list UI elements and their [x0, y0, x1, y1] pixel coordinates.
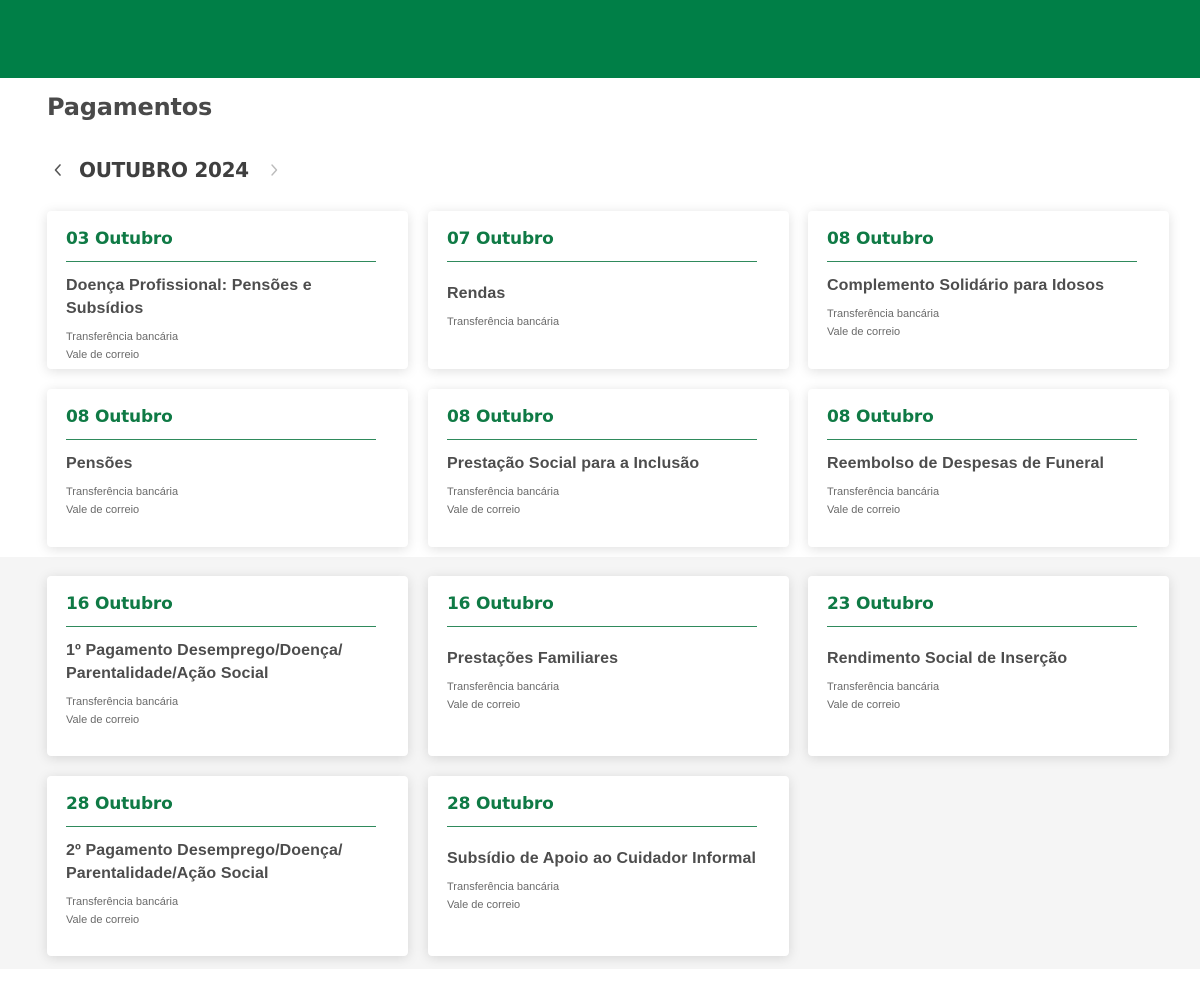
- payment-card[interactable]: 03 Outubro Doença Profissional: Pensões …: [47, 211, 408, 369]
- payment-title: 2º Pagamento Desemprego/Doença/ Parental…: [66, 842, 343, 882]
- header-bar: [0, 0, 1200, 78]
- chevron-left-icon: [54, 164, 61, 176]
- divider: [827, 439, 1137, 440]
- payment-date: 08 Outubro: [827, 407, 934, 427]
- divider: [827, 261, 1137, 262]
- payment-card[interactable]: 08 Outubro Reembolso de Despesas de Fune…: [808, 389, 1169, 547]
- divider: [827, 626, 1137, 627]
- payment-title: Complemento Solidário para Idosos: [827, 277, 1105, 294]
- payment-card[interactable]: 28 Outubro 2º Pagamento Desemprego/Doenç…: [47, 776, 408, 956]
- payment-method: Transferência bancária: [447, 316, 560, 328]
- payment-title: Prestações Familiares: [447, 650, 619, 667]
- payment-date: 08 Outubro: [447, 407, 554, 427]
- payment-methods: Transferência bancária Vale de correio: [827, 679, 1149, 714]
- payment-method: Vale de correio: [66, 913, 140, 926]
- payment-date: 16 Outubro: [447, 594, 554, 614]
- divider: [66, 626, 376, 627]
- payment-title: Pensões: [66, 455, 133, 472]
- payment-card[interactable]: 23 Outubro Rendimento Social de Inserção…: [808, 576, 1169, 756]
- payment-methods: Transferência bancária Vale de correio: [66, 484, 388, 519]
- payment-date: 03 Outubro: [66, 229, 173, 249]
- payment-title: Rendas: [447, 285, 506, 302]
- previous-month-button[interactable]: [47, 155, 69, 185]
- payment-card[interactable]: 16 Outubro 1º Pagamento Desemprego/Doenç…: [47, 576, 408, 756]
- payment-date: 23 Outubro: [827, 594, 934, 614]
- page-title: Pagamentos: [47, 93, 213, 121]
- divider: [66, 826, 376, 827]
- payment-card[interactable]: 08 Outubro Prestação Social para a Inclu…: [428, 389, 789, 547]
- month-label: OUTUBRO 2024: [79, 158, 249, 182]
- payment-title: Rendimento Social de Inserção: [827, 650, 1068, 667]
- payment-methods: Transferência bancária Vale de correio: [447, 879, 769, 914]
- divider: [66, 261, 376, 262]
- payment-method: Transferência bancária: [447, 881, 560, 893]
- divider: [66, 439, 376, 440]
- month-navigation: OUTUBRO 2024: [47, 155, 285, 185]
- payment-method: Transferência bancária: [66, 331, 179, 343]
- payment-method: Transferência bancária: [447, 486, 560, 498]
- payment-date: 28 Outubro: [447, 794, 554, 814]
- payment-title: Reembolso de Despesas de Funeral: [827, 455, 1105, 472]
- payment-method: Transferência bancária: [66, 896, 179, 908]
- payment-card[interactable]: 07 Outubro Rendas Transferência bancária: [428, 211, 789, 369]
- payment-card[interactable]: 28 Outubro Subsídio de Apoio ao Cuidador…: [428, 776, 789, 956]
- payment-method: Transferência bancária: [827, 681, 940, 693]
- payment-methods: Transferência bancária Vale de correio: [447, 484, 769, 519]
- payment-title: Subsídio de Apoio ao Cuidador Informal: [447, 850, 756, 867]
- payment-method: Vale de correio: [66, 503, 140, 516]
- payment-method: Transferência bancária: [66, 696, 179, 708]
- payment-date: 08 Outubro: [66, 407, 173, 427]
- payment-method: Transferência bancária: [447, 681, 560, 693]
- payment-title: 1º Pagamento Desemprego/Doença/ Parental…: [66, 642, 343, 682]
- payment-method: Transferência bancária: [66, 486, 179, 498]
- payment-date: 08 Outubro: [827, 229, 934, 249]
- payment-methods: Transferência bancária: [447, 314, 769, 332]
- payment-method: Transferência bancária: [827, 308, 940, 320]
- divider: [447, 261, 757, 262]
- payment-date: 16 Outubro: [66, 594, 173, 614]
- payment-card[interactable]: 16 Outubro Prestações Familiares Transfe…: [428, 576, 789, 756]
- payment-methods: Transferência bancária Vale de correio: [66, 694, 388, 729]
- payment-card[interactable]: 08 Outubro Complemento Solidário para Id…: [808, 211, 1169, 369]
- payment-method: Vale de correio: [447, 698, 521, 711]
- payment-title: Prestação Social para a Inclusão: [447, 455, 700, 472]
- payment-date: 28 Outubro: [66, 794, 173, 814]
- payment-methods: Transferência bancária Vale de correio: [827, 484, 1149, 519]
- divider: [447, 826, 757, 827]
- payment-method: Vale de correio: [827, 325, 901, 338]
- payment-methods: Transferência bancária Vale de correio: [66, 894, 388, 929]
- payment-method: Vale de correio: [827, 698, 901, 711]
- payment-method: Vale de correio: [66, 348, 140, 361]
- payment-title: Doença Profissional: Pensões e Subsídios: [66, 277, 312, 317]
- next-month-button[interactable]: [263, 155, 285, 185]
- payment-date: 07 Outubro: [447, 229, 554, 249]
- payment-card[interactable]: 08 Outubro Pensões Transferência bancári…: [47, 389, 408, 547]
- payment-method: Vale de correio: [66, 713, 140, 726]
- payment-methods: Transferência bancária Vale de correio: [827, 306, 1149, 341]
- payment-methods: Transferência bancária Vale de correio: [66, 329, 388, 364]
- divider: [447, 626, 757, 627]
- chevron-right-icon: [271, 164, 278, 176]
- payment-method: Vale de correio: [827, 503, 901, 516]
- payment-methods: Transferência bancária Vale de correio: [447, 679, 769, 714]
- payment-method: Vale de correio: [447, 503, 521, 516]
- payment-method: Transferência bancária: [827, 486, 940, 498]
- payment-method: Vale de correio: [447, 898, 521, 911]
- divider: [447, 439, 757, 440]
